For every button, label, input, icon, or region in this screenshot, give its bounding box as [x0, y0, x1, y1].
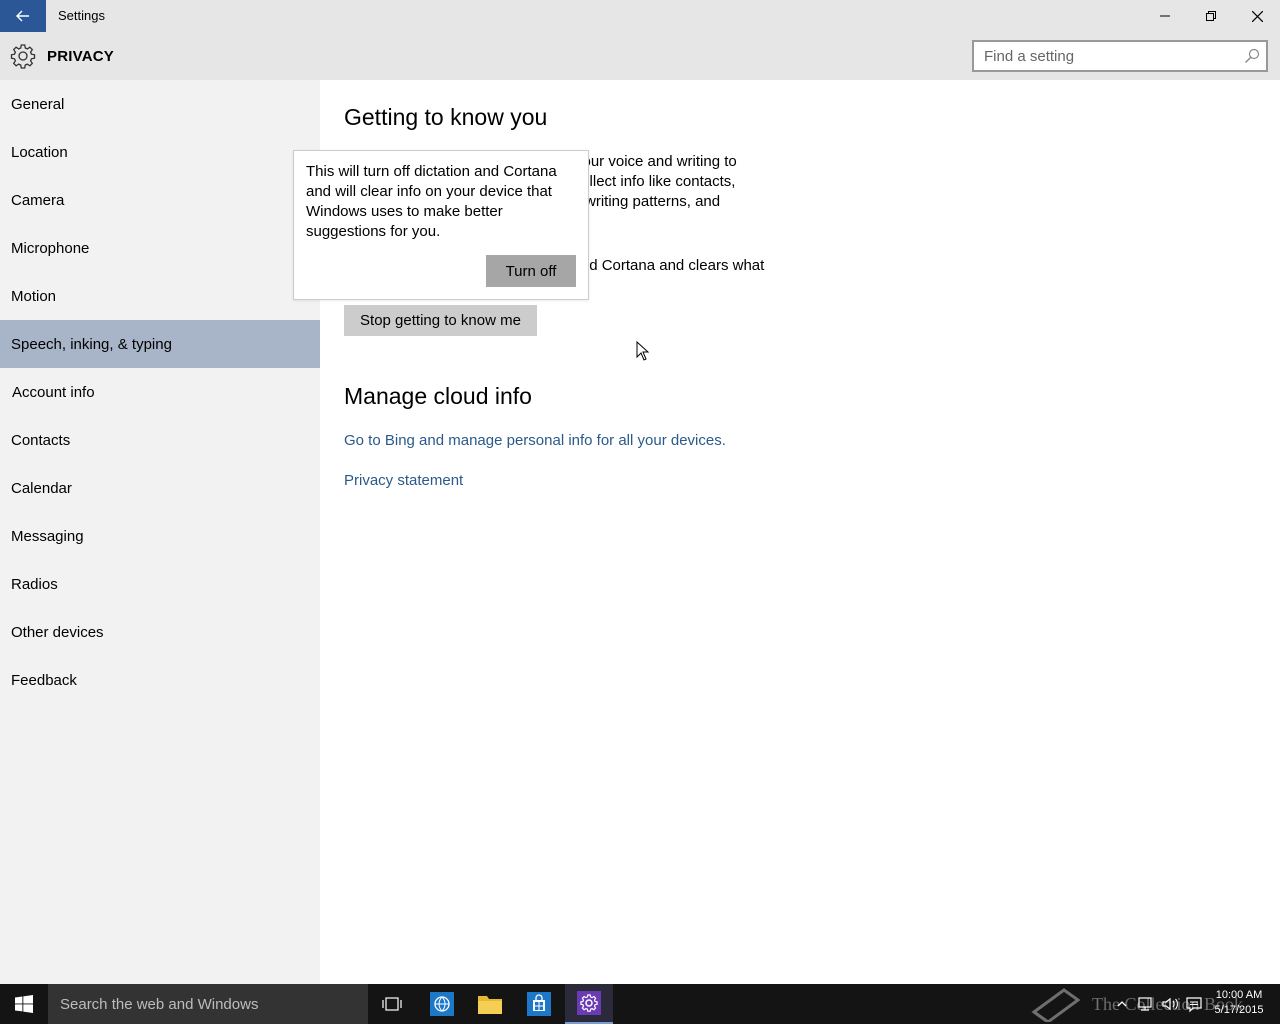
sidebar-item-radios[interactable]: Radios: [0, 560, 320, 608]
taskbar-browser[interactable]: [418, 984, 466, 1024]
system-clock[interactable]: 10:00 AM 5/17/2015: [1208, 988, 1270, 1018]
privacy-statement-link[interactable]: Privacy statement: [344, 472, 463, 489]
volume-icon[interactable]: [1160, 994, 1180, 1014]
turn-off-description: n and Cortana and clears what: [560, 257, 765, 274]
sidebar-item-label: Messaging: [11, 527, 84, 545]
sidebar-item-microphone[interactable]: Microphone: [0, 224, 320, 272]
sidebar-item-calendar[interactable]: Calendar: [0, 464, 320, 512]
settings-header: PRIVACY: [0, 32, 1280, 80]
search-input[interactable]: [974, 42, 1236, 70]
restore-icon: [1206, 11, 1216, 21]
taskbar-search-box[interactable]: Search the web and Windows: [48, 984, 368, 1024]
sidebar-item-camera[interactable]: Camera: [0, 176, 320, 224]
sidebar-item-label: Calendar: [11, 479, 72, 497]
sidebar-item-location[interactable]: Location: [0, 128, 320, 176]
chevron-up-icon[interactable]: [1112, 994, 1132, 1014]
minimize-button[interactable]: [1142, 0, 1188, 32]
title-bar: Settings: [0, 0, 1280, 32]
start-button[interactable]: [0, 984, 48, 1024]
restore-button[interactable]: [1188, 0, 1234, 32]
action-center-icon[interactable]: [1184, 994, 1204, 1014]
taskbar: Search the web and Windows The Collectio…: [0, 984, 1280, 1024]
stop-getting-to-know-me-button[interactable]: Stop getting to know me: [344, 305, 537, 336]
mouse-cursor-icon: [636, 341, 650, 361]
sidebar-item-label: Speech, inking, & typing: [11, 335, 172, 353]
task-view-icon: [382, 997, 402, 1011]
sidebar-nav: General Location Camera Microphone Motio…: [0, 80, 320, 984]
gear-icon: [10, 44, 36, 69]
turn-off-confirmation-flyout: This will turn off dictation and Cortana…: [293, 150, 589, 300]
section-title-manage-cloud-info: Manage cloud info: [344, 383, 532, 409]
taskbar-file-explorer[interactable]: [466, 984, 514, 1024]
close-button[interactable]: [1234, 0, 1280, 32]
close-icon: [1251, 10, 1263, 22]
sidebar-item-feedback[interactable]: Feedback: [0, 656, 320, 704]
sidebar-item-label: Other devices: [11, 623, 104, 641]
clock-date: 5/17/2015: [1214, 1004, 1264, 1016]
sidebar-item-label: Camera: [11, 191, 65, 209]
search-icon[interactable]: [1244, 48, 1260, 64]
sidebar-item-label: Microphone: [11, 239, 90, 257]
sidebar-item-other-devices[interactable]: Other devices: [0, 608, 320, 656]
find-setting-search[interactable]: [972, 40, 1268, 72]
taskbar-settings[interactable]: [565, 984, 613, 1024]
taskbar-store[interactable]: [515, 984, 563, 1024]
sidebar-item-general[interactable]: General: [0, 80, 320, 128]
sidebar-item-label: Location: [11, 143, 68, 161]
clock-time: 10:00 AM: [1215, 989, 1263, 1001]
flyout-message: This will turn off dictation and Cortana…: [306, 163, 557, 240]
sidebar-item-label: Feedback: [11, 671, 77, 689]
folder-icon: [478, 996, 502, 1014]
sidebar-item-account-info[interactable]: Account info: [0, 368, 320, 416]
globe-icon: [430, 992, 454, 1016]
sidebar-item-messaging[interactable]: Messaging: [0, 512, 320, 560]
turn-off-button[interactable]: Turn off: [486, 255, 576, 287]
windows-logo-icon: [15, 995, 33, 1013]
task-view-button[interactable]: [368, 984, 416, 1024]
sidebar-item-label: Radios: [11, 575, 58, 593]
network-icon[interactable]: [1136, 994, 1156, 1014]
settings-gear-icon: [577, 991, 601, 1015]
window-title: Settings: [58, 8, 105, 23]
section-title-getting-to-know-you: Getting to know you: [344, 104, 548, 130]
back-arrow-icon: [16, 10, 29, 22]
sidebar-item-label: Motion: [11, 287, 57, 305]
sidebar-item-contacts[interactable]: Contacts: [0, 416, 320, 464]
back-button[interactable]: [0, 0, 46, 32]
bing-manage-info-link[interactable]: Go to Bing and manage personal info for …: [344, 432, 726, 449]
sidebar-item-speech-inking-typing[interactable]: Speech, inking, & typing: [0, 320, 320, 368]
minimize-icon: [1160, 15, 1170, 17]
page-title: PRIVACY: [47, 48, 114, 65]
sidebar-item-label: Contacts: [11, 431, 71, 449]
sidebar-item-motion[interactable]: Motion: [0, 272, 320, 320]
store-icon: [527, 992, 551, 1016]
book-logo-icon: [1031, 988, 1081, 1022]
sidebar-item-label: Account info: [12, 383, 95, 401]
sidebar-item-label: General: [11, 95, 65, 113]
